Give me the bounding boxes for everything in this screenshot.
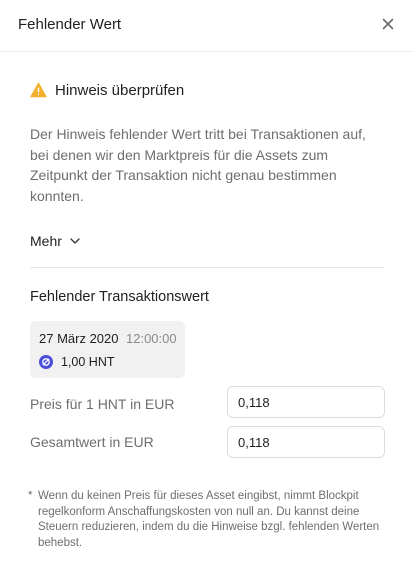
warning-icon <box>30 82 47 98</box>
helium-coin-icon <box>39 355 53 369</box>
transaction-time: 12:00:00 <box>126 331 177 346</box>
section-title: Fehlender Transaktionswert <box>30 289 209 305</box>
chevron-down-icon <box>70 238 80 244</box>
dialog-header: Fehlender Wert <box>0 0 413 52</box>
notice-description: Der Hinweis fehlender Wert tritt bei Tra… <box>30 126 366 204</box>
close-icon <box>382 18 394 30</box>
footnote-marker: * <box>28 490 33 502</box>
notice-heading: Hinweis überprüfen <box>30 79 184 101</box>
footnote: * Wenn du keinen Preis für dieses Asset … <box>28 489 383 551</box>
transaction-card: 27 März 2020 12:00:00 1,00 HNT <box>30 321 185 378</box>
footnote-text: Wenn du keinen Preis für dieses Asset ei… <box>38 490 380 549</box>
divider <box>30 267 384 268</box>
notice-title: Hinweis überprüfen <box>55 81 185 99</box>
transaction-date: 27 März 2020 <box>39 331 119 346</box>
close-button[interactable] <box>379 15 397 33</box>
total-label: Gesamtwert in EUR <box>30 434 154 450</box>
price-label: Preis für 1 HNT in EUR <box>30 396 175 412</box>
more-toggle-button[interactable]: Mehr <box>30 231 80 251</box>
price-input[interactable] <box>227 386 385 418</box>
dialog-title: Fehlender Wert <box>18 16 122 33</box>
transaction-amount: 1,00 HNT <box>61 355 115 369</box>
more-label: Mehr <box>30 233 62 249</box>
total-input[interactable] <box>227 426 385 458</box>
